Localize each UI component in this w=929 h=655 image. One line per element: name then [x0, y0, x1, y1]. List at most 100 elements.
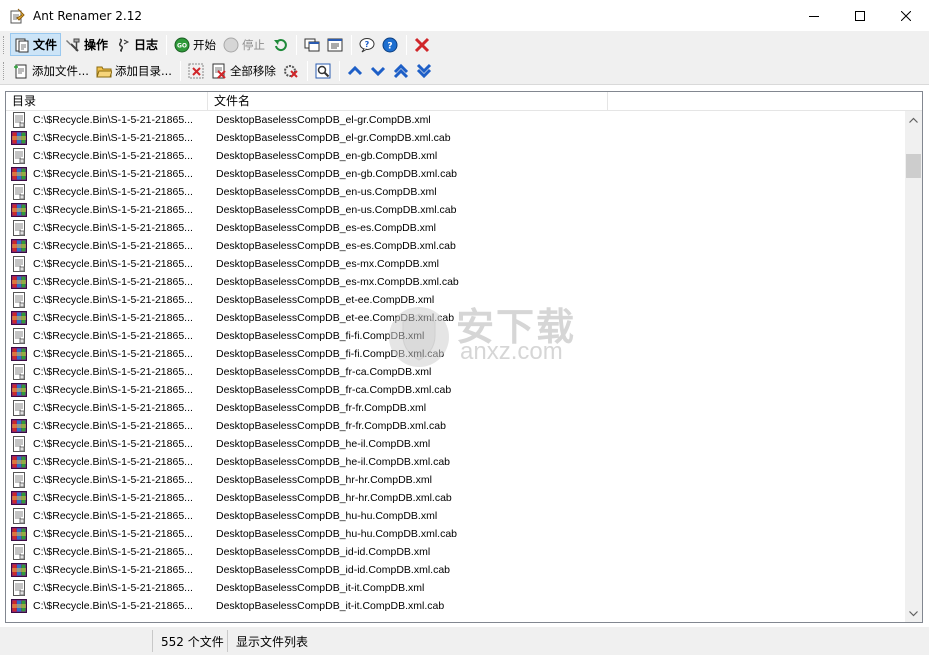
table-row[interactable]: C:\$Recycle.Bin\S-1-5-21-21865... Desktop… [6, 489, 906, 507]
table-row[interactable]: C:\$Recycle.Bin\S-1-5-21-21865... Desktop… [6, 417, 906, 435]
files-toolbar: 添加文件... 添加目录... 全部移除 [0, 58, 929, 85]
table-row[interactable]: C:\$Recycle.Bin\S-1-5-21-21865... Desktop… [6, 129, 906, 147]
table-row[interactable]: C:\$Recycle.Bin\S-1-5-21-21865... Desktop… [6, 381, 906, 399]
toolbar-separator [338, 61, 340, 81]
cell-filename: DesktopBaselessCompDB_en-us.CompDB.xml [216, 186, 437, 198]
cell-filename: DesktopBaselessCompDB_fr-fr.CompDB.xml.c… [216, 420, 446, 432]
cab-archive-icon [11, 562, 27, 578]
log-tab-button[interactable]: 日志 [112, 33, 161, 56]
help-bubble-icon: ? [359, 37, 375, 53]
table-row[interactable]: C:\$Recycle.Bin\S-1-5-21-21865... Desktop… [6, 561, 906, 579]
remove-selected-button[interactable] [185, 60, 207, 83]
cab-archive-icon [11, 310, 27, 326]
table-row[interactable]: C:\$Recycle.Bin\S-1-5-21-21865... Desktop… [6, 597, 906, 615]
file-list[interactable]: 目录 文件名 C:\$Recycle.Bin\S-1-5-21-21865...… [5, 91, 923, 623]
move-down-button[interactable] [367, 60, 389, 83]
cell-filename: DesktopBaselessCompDB_hu-hu.CompDB.xml [216, 510, 438, 522]
table-row[interactable]: C:\$Recycle.Bin\S-1-5-21-21865... Desktop… [6, 165, 906, 183]
table-row[interactable]: C:\$Recycle.Bin\S-1-5-21-21865... Desktop… [6, 507, 906, 525]
batch-button[interactable] [324, 33, 346, 56]
window-mode-button[interactable] [301, 33, 323, 56]
xml-file-icon [11, 112, 27, 128]
status-message: 显示文件列表 [227, 630, 427, 652]
cell-filename: DesktopBaselessCompDB_fi-fi.CompDB.xml.c… [216, 348, 445, 360]
remove-all-button[interactable]: 全部移除 [208, 60, 279, 83]
close-button[interactable] [883, 0, 929, 31]
toolbar-separator [179, 61, 181, 81]
xml-file-icon [11, 508, 27, 524]
xml-file-icon [11, 328, 27, 344]
maximize-button[interactable] [837, 0, 883, 31]
cell-directory: C:\$Recycle.Bin\S-1-5-21-21865... [33, 330, 193, 342]
scroll-up-button[interactable] [905, 111, 922, 128]
move-up-button[interactable] [344, 60, 366, 83]
table-row[interactable]: C:\$Recycle.Bin\S-1-5-21-21865... Desktop… [6, 201, 906, 219]
cell-directory: C:\$Recycle.Bin\S-1-5-21-21865... [33, 546, 193, 558]
xml-file-icon [11, 580, 27, 596]
move-bottom-button[interactable] [413, 60, 435, 83]
table-row[interactable]: C:\$Recycle.Bin\S-1-5-21-21865... Desktop… [6, 255, 906, 273]
vertical-scrollbar[interactable] [905, 111, 922, 622]
move-top-button[interactable] [390, 60, 412, 83]
cab-archive-icon [11, 382, 27, 398]
table-row[interactable]: C:\$Recycle.Bin\S-1-5-21-21865... Desktop… [6, 453, 906, 471]
table-row[interactable]: C:\$Recycle.Bin\S-1-5-21-21865... Desktop… [6, 237, 906, 255]
add-files-label: 添加文件... [32, 64, 89, 78]
status-pane-empty [0, 630, 152, 652]
table-row[interactable]: C:\$Recycle.Bin\S-1-5-21-21865... Desktop… [6, 291, 906, 309]
cell-directory: C:\$Recycle.Bin\S-1-5-21-21865... [33, 204, 193, 216]
table-row[interactable]: C:\$Recycle.Bin\S-1-5-21-21865... Desktop… [6, 399, 906, 417]
table-row[interactable]: C:\$Recycle.Bin\S-1-5-21-21865... Desktop… [6, 543, 906, 561]
table-row[interactable]: C:\$Recycle.Bin\S-1-5-21-21865... Desktop… [6, 525, 906, 543]
table-row[interactable]: C:\$Recycle.Bin\S-1-5-21-21865... Desktop… [6, 579, 906, 597]
column-header-directory[interactable]: 目录 [6, 92, 208, 110]
cell-directory: C:\$Recycle.Bin\S-1-5-21-21865... [33, 420, 193, 432]
cell-filename: DesktopBaselessCompDB_el-gr.CompDB.xml.c… [216, 132, 451, 144]
cab-archive-icon [11, 526, 27, 542]
add-folders-button[interactable]: 添加目录... [93, 60, 175, 83]
undo-button[interactable] [269, 33, 291, 56]
table-row[interactable]: C:\$Recycle.Bin\S-1-5-21-21865... Desktop… [6, 183, 906, 201]
column-header-filename[interactable]: 文件名 [208, 92, 608, 110]
table-row[interactable]: C:\$Recycle.Bin\S-1-5-21-21865... Desktop… [6, 363, 906, 381]
help-button[interactable]: ? [356, 33, 378, 56]
add-files-button[interactable]: 添加文件... [10, 60, 92, 83]
cell-filename: DesktopBaselessCompDB_he-il.CompDB.xml.c… [216, 456, 451, 468]
about-button[interactable]: ? [379, 33, 401, 56]
cell-filename: DesktopBaselessCompDB_fr-ca.CompDB.xml.c… [216, 384, 452, 396]
toolbar-grip[interactable] [3, 62, 7, 80]
preview-button[interactable] [312, 60, 334, 83]
remove-missing-button[interactable] [280, 60, 302, 83]
cell-filename: DesktopBaselessCompDB_fr-ca.CompDB.xml [216, 366, 432, 378]
scroll-thumb[interactable] [906, 154, 921, 178]
cell-directory: C:\$Recycle.Bin\S-1-5-21-21865... [33, 438, 193, 450]
minimize-button[interactable] [791, 0, 837, 31]
toolbar-separator [351, 34, 353, 55]
svg-text:GO: GO [177, 42, 187, 49]
scroll-down-button[interactable] [905, 605, 922, 622]
cell-directory: C:\$Recycle.Bin\S-1-5-21-21865... [33, 168, 193, 180]
cell-filename: DesktopBaselessCompDB_et-ee.CompDB.xml [216, 294, 435, 306]
table-row[interactable]: C:\$Recycle.Bin\S-1-5-21-21865... Desktop… [6, 435, 906, 453]
title-bar: Ant Renamer 2.12 [0, 0, 929, 31]
table-row[interactable]: C:\$Recycle.Bin\S-1-5-21-21865... Desktop… [6, 219, 906, 237]
table-row[interactable]: C:\$Recycle.Bin\S-1-5-21-21865... Desktop… [6, 273, 906, 291]
exit-button[interactable] [411, 33, 433, 56]
xml-file-icon [11, 400, 27, 416]
actions-tab-button[interactable]: 操作 [62, 33, 111, 56]
table-row[interactable]: C:\$Recycle.Bin\S-1-5-21-21865... Desktop… [6, 111, 906, 129]
table-row[interactable]: C:\$Recycle.Bin\S-1-5-21-21865... Desktop… [6, 327, 906, 345]
double-chevron-up-icon [393, 63, 409, 79]
table-row[interactable]: C:\$Recycle.Bin\S-1-5-21-21865... Desktop… [6, 345, 906, 363]
file-tab-button[interactable]: 文件 [10, 33, 62, 56]
start-button[interactable]: GO 开始 [171, 33, 219, 56]
table-row[interactable]: C:\$Recycle.Bin\S-1-5-21-21865... Desktop… [6, 147, 906, 165]
toolbar-separator [306, 61, 308, 81]
stop-button[interactable]: 停止 [220, 33, 268, 56]
table-row[interactable]: C:\$Recycle.Bin\S-1-5-21-21865... Desktop… [6, 471, 906, 489]
cell-filename: DesktopBaselessCompDB_fi-fi.CompDB.xml [216, 330, 425, 342]
cell-filename: DesktopBaselessCompDB_hu-hu.CompDB.xml.c… [216, 528, 458, 540]
table-row[interactable]: C:\$Recycle.Bin\S-1-5-21-21865... Desktop… [6, 309, 906, 327]
window-icon [304, 37, 320, 53]
toolbar-grip[interactable] [3, 35, 7, 54]
